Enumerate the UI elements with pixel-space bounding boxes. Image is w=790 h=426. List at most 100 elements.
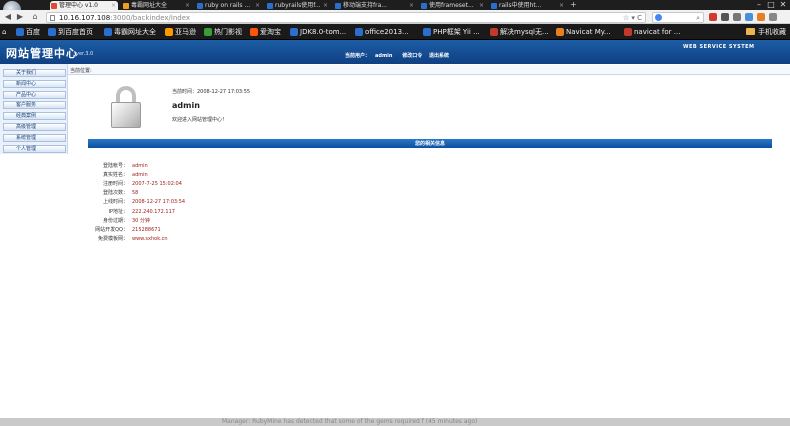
info-key: 身份过期： [102, 217, 128, 224]
forward-icon[interactable]: ▶ [15, 12, 25, 22]
bookmark-item[interactable]: Navicat My... [556, 27, 611, 37]
lock-icon [111, 86, 141, 128]
close-tab-icon[interactable]: × [323, 1, 328, 10]
tab-label: 管理中心 v1.0 [59, 2, 99, 9]
info-value: 215288671 [132, 226, 161, 233]
close-tab-icon[interactable]: × [479, 1, 484, 10]
info-key: 上线时间： [102, 199, 128, 206]
sidebar-item[interactable]: 产品中心 [3, 90, 66, 99]
info-key: 登陆次数： [102, 190, 128, 197]
close-window-icon[interactable]: ✕ [778, 0, 788, 10]
site-version: ver.3.0 [76, 51, 94, 57]
breadcrumb: 当前位置: [68, 65, 790, 75]
extension-icon[interactable] [721, 13, 729, 21]
browser-tab[interactable]: 管理中心 v1.0 × [50, 1, 118, 10]
bookmark-item[interactable]: office2013... [355, 27, 409, 37]
tab-favicon-icon [123, 3, 129, 9]
bookmark-label: navicat for ... [634, 28, 681, 36]
bookmark-item[interactable]: PHP框架 Yii ... [423, 27, 480, 37]
browser-tab[interactable]: 移动端支持fra... × [334, 1, 416, 10]
bookmark-label: PHP框架 Yii ... [433, 28, 480, 36]
back-icon[interactable]: ◀ [3, 12, 13, 22]
browser-tab[interactable]: 使用frameset... × [420, 1, 486, 10]
browser-tab[interactable]: ruby on rails ... × [196, 1, 262, 10]
bookmark-favicon-icon [355, 28, 363, 36]
sidebar-item[interactable]: 高级管理 [3, 123, 66, 131]
browser-tab[interactable]: rubyrails使用f... × [266, 1, 330, 10]
close-tab-icon[interactable]: × [409, 1, 414, 10]
close-tab-icon[interactable]: × [185, 1, 190, 10]
change-password-link[interactable]: 修改口令 [402, 53, 422, 59]
bookmark-item[interactable]: JDK8.0-tom... [290, 27, 346, 37]
sidebar-item[interactable]: 系统管理 [3, 133, 66, 142]
logout-link[interactable]: 退出系统 [429, 53, 449, 59]
apps-icon[interactable]: ⌂ [2, 27, 10, 37]
sidebar-item[interactable]: 个人管理 [3, 144, 66, 153]
sidebar-item[interactable]: 新闻中心 [3, 79, 66, 88]
info-row: 网站开发QQ： 215288671 [88, 226, 388, 234]
new-tab-button[interactable]: + [570, 0, 577, 10]
info-key: 网站开发QQ： [95, 226, 128, 233]
taskbar-strip: Manager: RubyMine has detected that some… [0, 418, 790, 426]
reload-icon[interactable]: ☆ ▾ C [623, 13, 642, 23]
tab-favicon-icon [335, 3, 341, 9]
bookmark-label: 亚马逊 [175, 28, 196, 36]
extension-icon[interactable] [709, 13, 717, 21]
bookmark-item[interactable]: 解决mysql无... [490, 27, 549, 37]
info-row: 身份过期： 30 分钟 [88, 217, 388, 225]
bookmark-item[interactable]: 到百度首页 [48, 27, 93, 37]
welcome-username: admin [172, 101, 200, 110]
info-value: 30 分钟 [132, 217, 150, 224]
browser-tab-bar: 管理中心 v1.0 × 毒霸网址大全 × ruby on rails ... × rubyr… [0, 0, 790, 20]
bookmark-label: 毒霸网址大全 [114, 28, 156, 36]
maximize-icon[interactable]: □ [766, 0, 776, 10]
bookmark-favicon-icon [556, 28, 564, 36]
extension-icon[interactable] [745, 13, 753, 21]
bookmark-label: 解决mysql无... [500, 28, 549, 36]
tab-favicon-icon [491, 3, 497, 9]
search-icon[interactable]: ⌕ [696, 13, 700, 23]
info-key: 登陆帐号： [102, 163, 128, 169]
bookmark-item[interactable]: 百度 [16, 27, 40, 37]
url-host: 10.16.107.108 [59, 14, 111, 22]
search-input[interactable]: ⌕ [652, 12, 704, 23]
bookmark-label: 百度 [26, 28, 40, 36]
mobile-bookmarks[interactable]: 手机收藏 [746, 27, 786, 37]
bookmark-label: office2013... [365, 28, 409, 36]
bookmark-item[interactable]: 爱淘宝 [250, 27, 281, 37]
extension-icon[interactable] [757, 13, 765, 21]
info-value: 2007-7-25 15:02:04 [132, 181, 182, 188]
info-value: www.sxhok.cn [132, 235, 168, 242]
welcome-message: 欢迎进入网站管理中心！ [172, 117, 228, 123]
info-value: 58 [132, 190, 139, 197]
menu-icon[interactable] [769, 13, 777, 21]
info-key: 真实姓名： [102, 172, 128, 179]
mobile-bookmarks-label: 手机收藏 [758, 28, 786, 36]
browser-tab[interactable]: 毒霸网址大全 × [122, 1, 192, 10]
home-icon[interactable]: ⌂ [30, 12, 40, 22]
bookmark-item[interactable]: 毒霸网址大全 [104, 27, 156, 37]
browser-tab[interactable]: rails中使用ht... × [490, 1, 566, 10]
extension-icon[interactable] [733, 13, 741, 21]
folder-icon [746, 28, 755, 35]
bookmark-item[interactable]: 热门影视 [204, 27, 242, 37]
close-tab-icon[interactable]: × [559, 1, 564, 10]
bookmark-label: JDK8.0-tom... [300, 28, 347, 36]
sidebar-item[interactable]: 经典案例 [3, 112, 66, 121]
minimize-icon[interactable]: – [754, 0, 764, 10]
sidebar-item[interactable]: 关于我们 [3, 69, 66, 77]
url-input[interactable]: 10.16.107.108:3000/backindex/index ☆ ▾ C [46, 12, 646, 23]
info-key: 免费模板网： [97, 235, 128, 242]
close-tab-icon[interactable]: × [255, 1, 260, 10]
info-section-title: 您的相关信息 [414, 141, 445, 147]
sidebar-item[interactable]: 客户服务 [3, 101, 66, 110]
info-row: 免费模板网： www.sxhok.cn [88, 235, 388, 243]
info-row: 登陆次数： 58 [88, 189, 388, 197]
close-tab-icon[interactable]: × [111, 1, 116, 10]
tab-label: 使用frameset... [429, 2, 474, 9]
info-row: 注册时间： 2007-7-25 15:02:04 [88, 180, 388, 188]
tab-label: 毒霸网址大全 [131, 2, 168, 9]
bookmark-favicon-icon [624, 28, 632, 36]
bookmark-item[interactable]: navicat for ... [624, 27, 680, 37]
bookmark-item[interactable]: 亚马逊 [165, 27, 196, 37]
